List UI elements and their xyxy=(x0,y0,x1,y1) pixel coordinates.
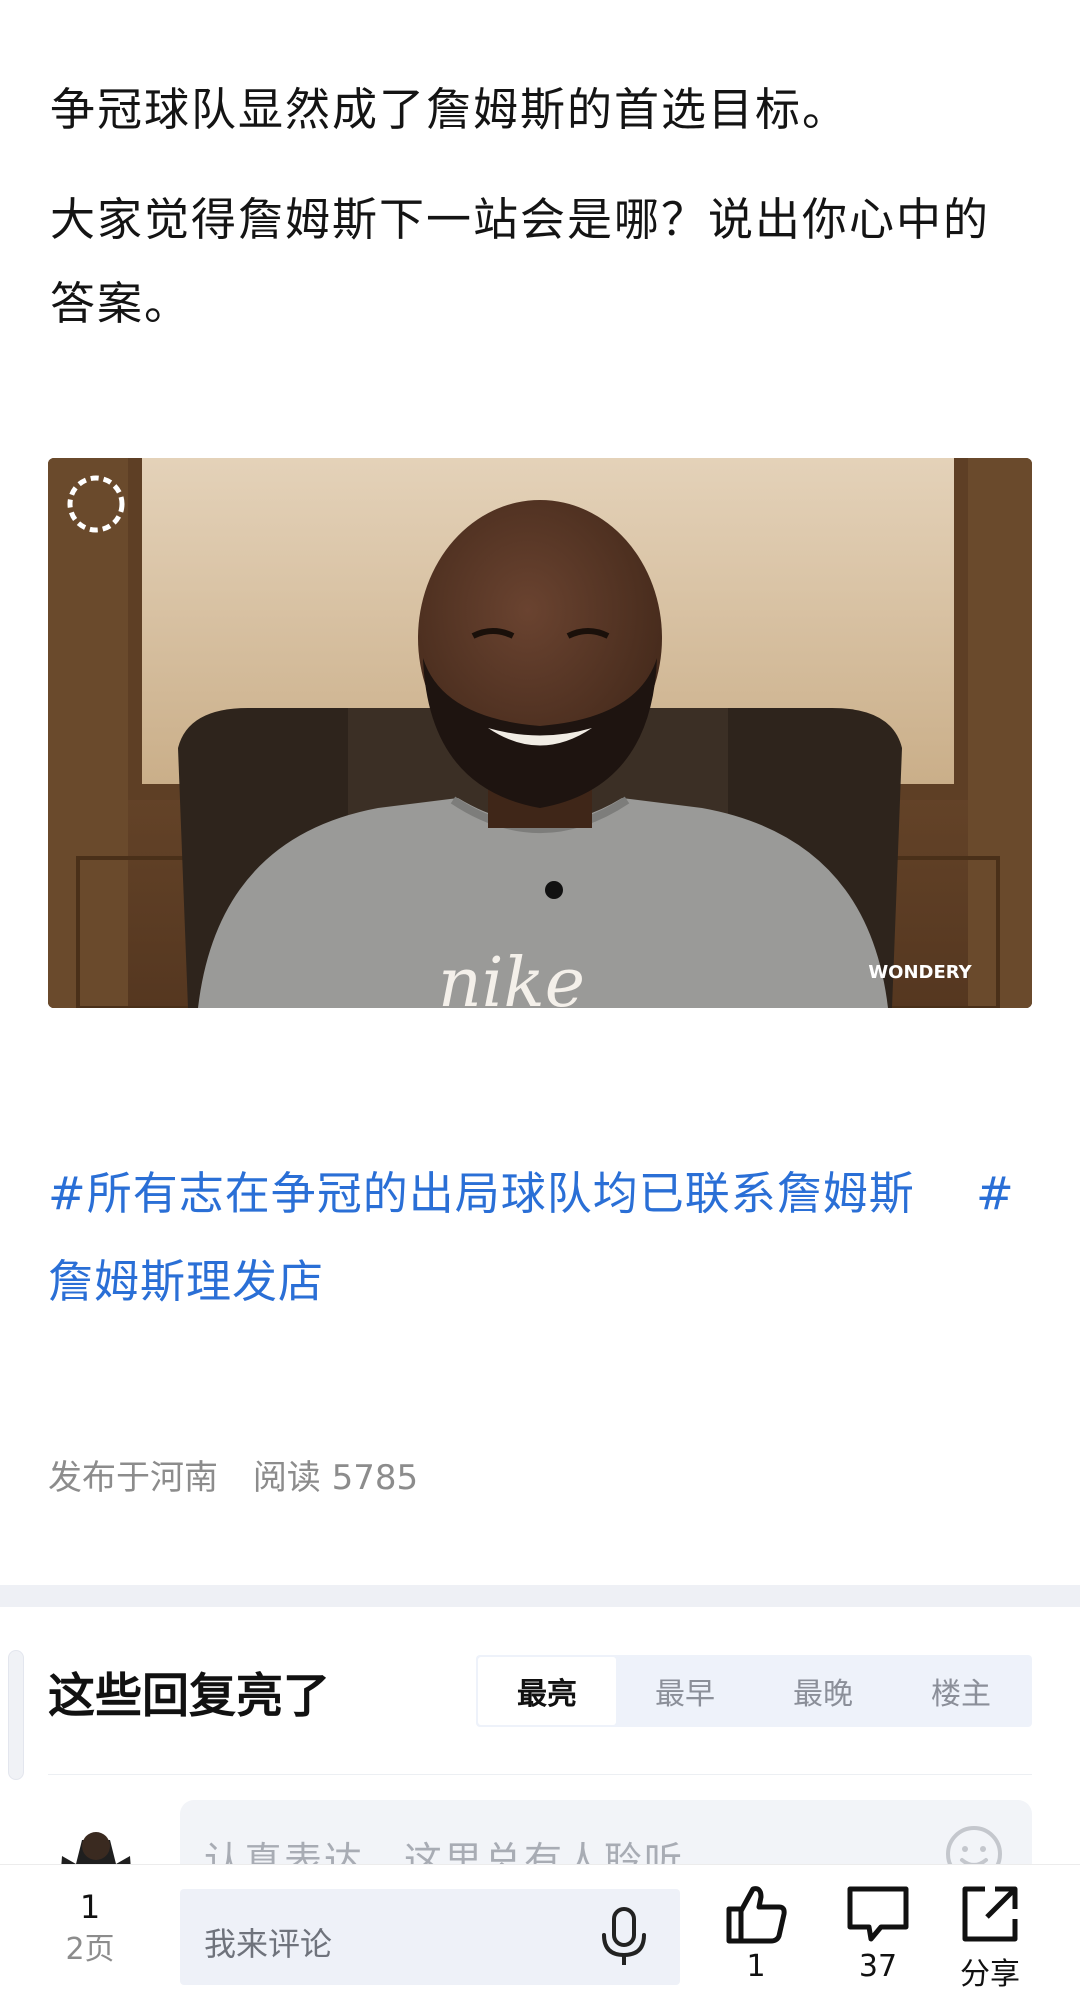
page-current: 1 xyxy=(79,1888,101,1926)
comment-compose-row: 认真表达，这里总有人聆听 xyxy=(0,1788,1080,1868)
section-divider xyxy=(0,1585,1080,1607)
image-watermark: WONDERY xyxy=(868,962,972,983)
read-count: 阅读 5785 xyxy=(252,1458,419,1498)
sort-tab-latest[interactable]: 最晚 xyxy=(754,1657,892,1725)
article-paragraph-1: 争冠球队显然成了詹姆斯的首选目标。 xyxy=(50,83,850,136)
side-scroll-handle[interactable] xyxy=(8,1650,24,1780)
page-indicator[interactable]: 1 2页 xyxy=(60,1885,120,1965)
sort-tab-hottest[interactable]: 最亮 xyxy=(478,1657,616,1725)
compose-placeholder: 认真表达，这里总有人聆听 xyxy=(204,1839,685,1868)
emoji-icon[interactable] xyxy=(944,1824,1004,1868)
shirt-logo-text: nike xyxy=(438,944,585,1008)
thumbs-up-icon xyxy=(726,1886,787,1944)
sort-tab-earliest[interactable]: 最早 xyxy=(616,1657,754,1725)
like-count: 1 xyxy=(746,1949,766,1984)
share-label: 分享 xyxy=(960,1957,1020,1992)
comment-count: 37 xyxy=(858,1949,898,1984)
bottom-action-bar: 1 2页 我来评论 1 37 分享 xyxy=(0,1864,1080,2009)
share-button[interactable]: 分享 xyxy=(940,1883,1040,1993)
comment-bubble-icon xyxy=(847,1886,909,1942)
comment-input-placeholder: 我来评论 xyxy=(204,1925,333,1963)
avatar-image xyxy=(48,1816,144,1868)
sort-tab-author[interactable]: 楼主 xyxy=(892,1657,1030,1725)
comment-input[interactable]: 我来评论 xyxy=(180,1889,680,1985)
comments-header: 这些回复亮了 最亮 最早 最晚 楼主 xyxy=(0,1607,1080,1780)
comments-title: 这些回复亮了 xyxy=(48,1669,330,1724)
hashtag-list: #所有志在争冠的出局球队均已联系詹姆斯 #詹姆斯理发店 xyxy=(48,1150,1038,1326)
publish-location: 发布于河南 xyxy=(48,1458,218,1498)
page-total: 2页 xyxy=(65,1932,115,1967)
avatar[interactable] xyxy=(48,1816,144,1868)
separator xyxy=(48,1774,1032,1775)
microphone-icon[interactable] xyxy=(594,1905,654,1969)
article-paragraph-2: 大家觉得詹姆斯下一站会是哪？说出你心中的答案。 xyxy=(50,193,991,330)
comments-button[interactable]: 37 xyxy=(828,1883,928,1984)
hashtag-link[interactable]: #所有志在争冠的出局球队均已联系詹姆斯 xyxy=(48,1167,915,1220)
comment-sort-tabs: 最亮 最早 最晚 楼主 xyxy=(476,1655,1032,1727)
share-icon xyxy=(962,1886,1018,1942)
comment-compose-box[interactable]: 认真表达，这里总有人聆听 xyxy=(180,1800,1032,1868)
article-meta: 发布于河南 阅读 5785 xyxy=(48,1450,442,1499)
like-button[interactable]: 1 xyxy=(706,1883,806,1984)
article-photo: nike WONDERY xyxy=(48,458,1032,1008)
article-image[interactable]: nike WONDERY xyxy=(48,458,1032,1008)
